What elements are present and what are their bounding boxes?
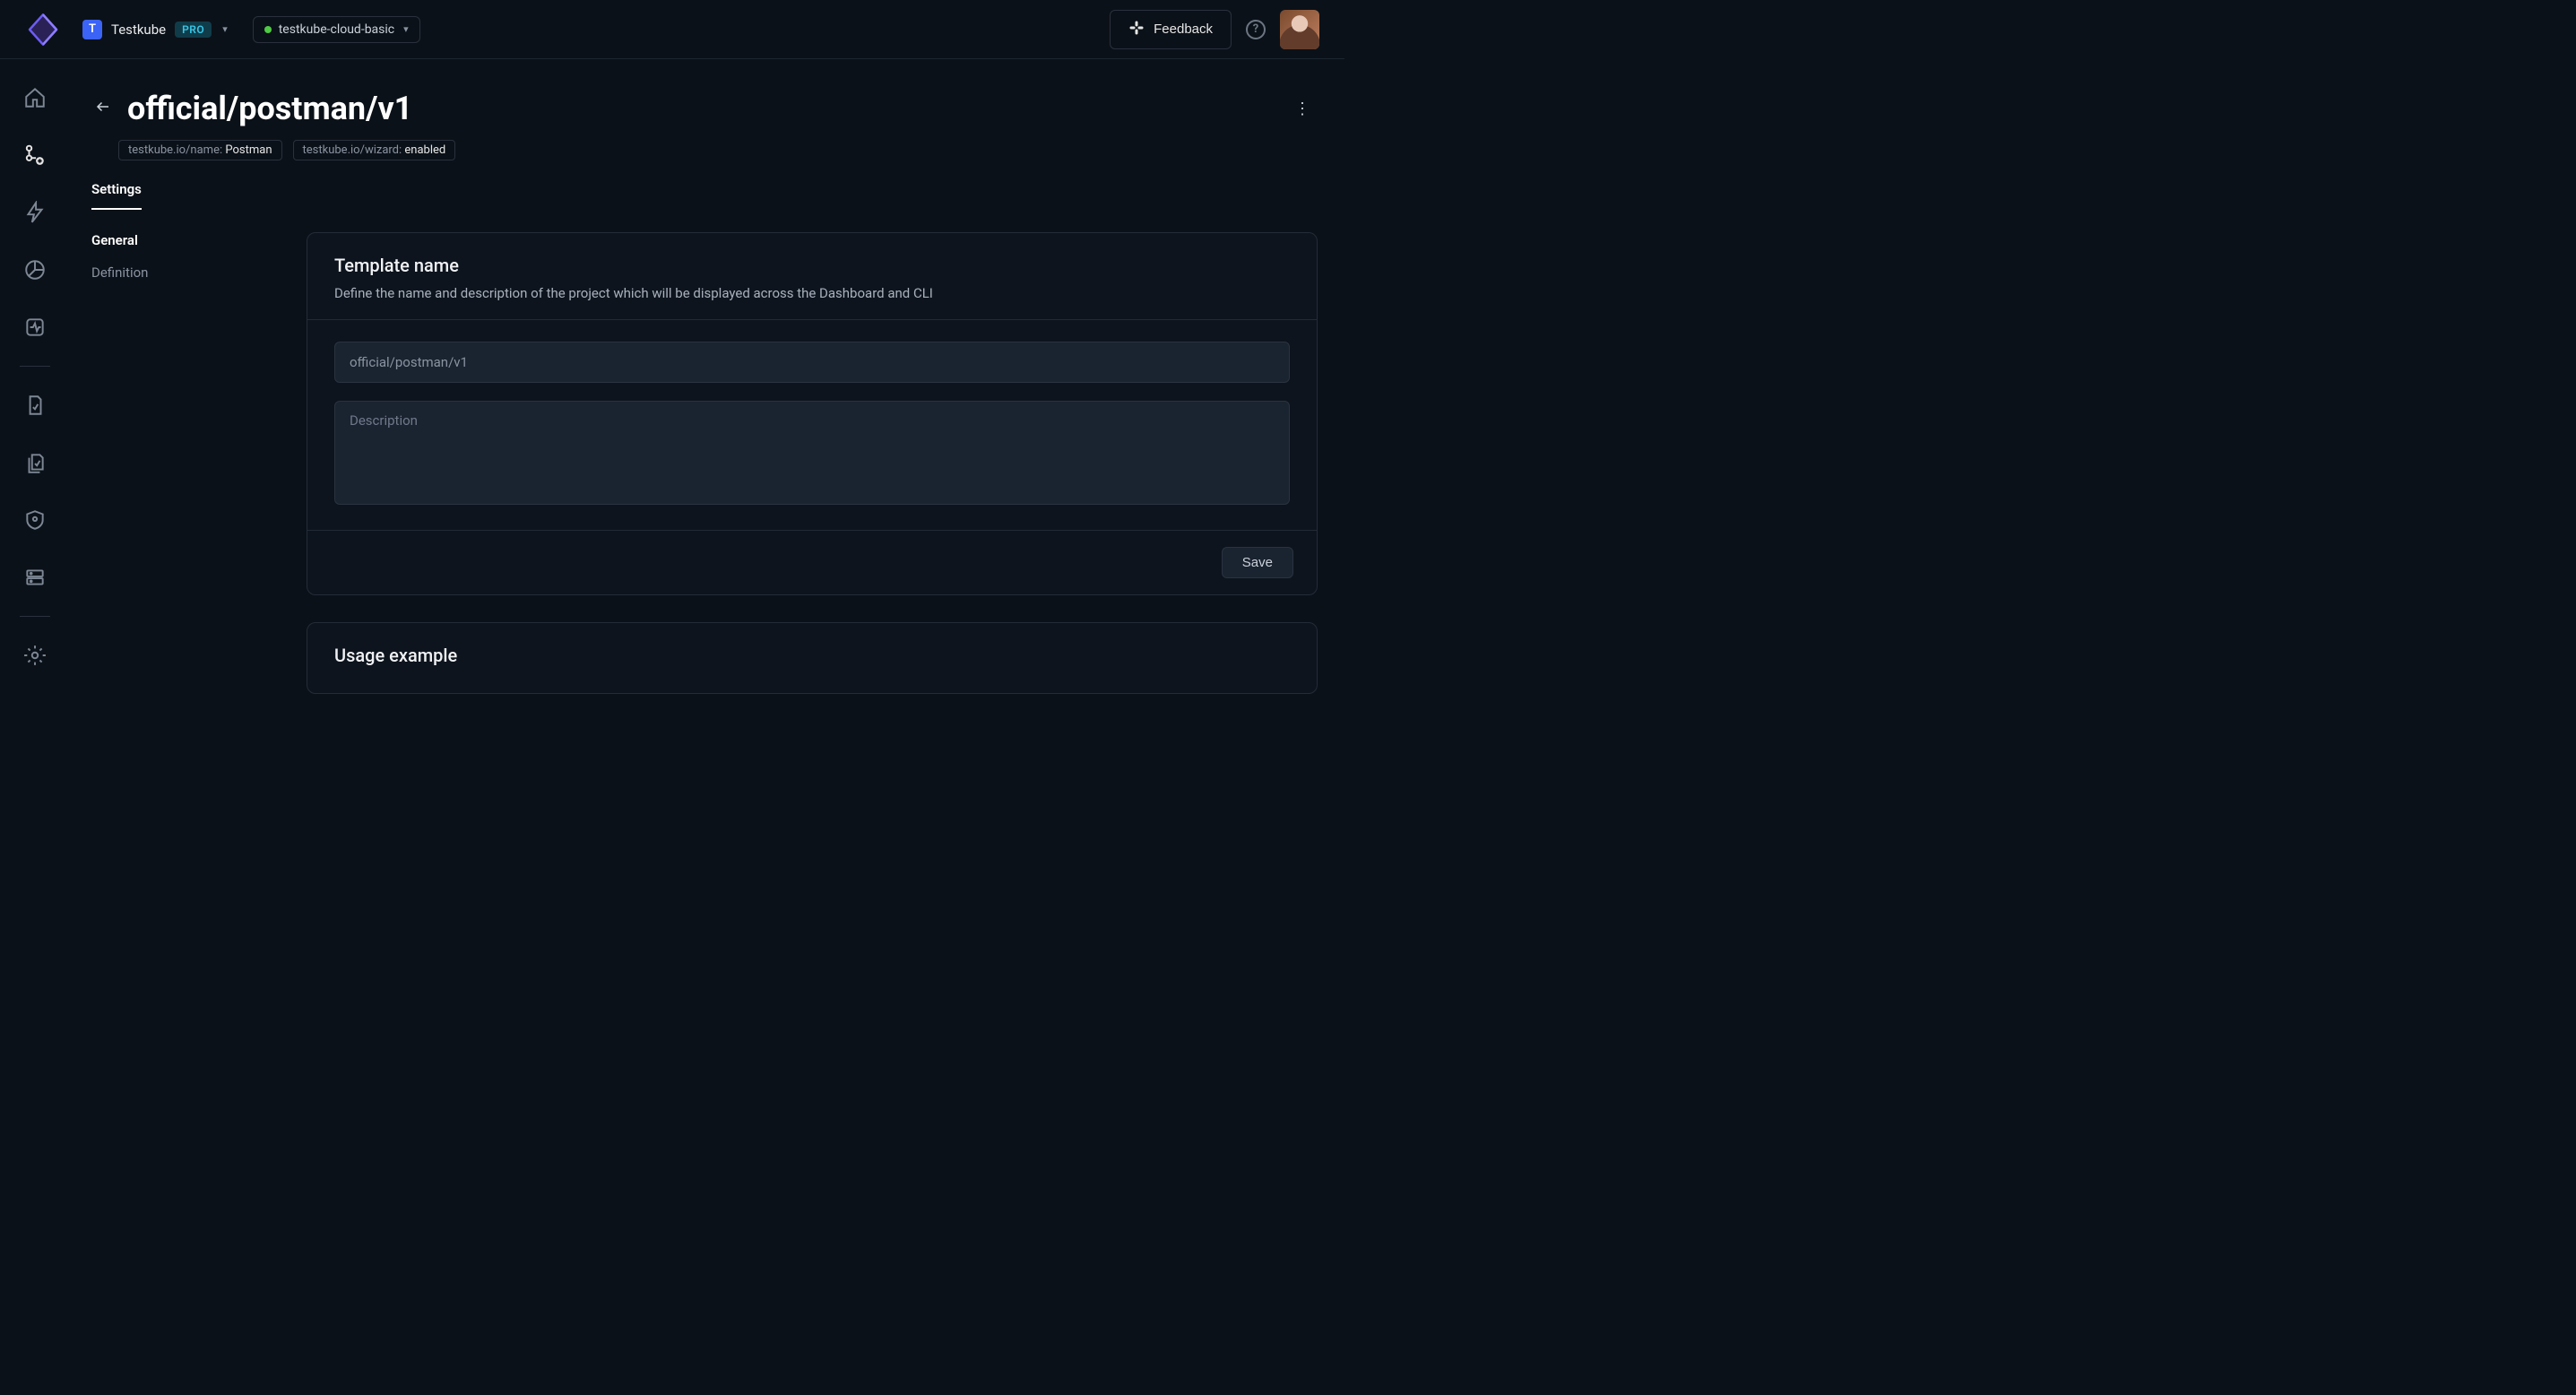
usage-example-card: Usage example xyxy=(307,622,1318,694)
user-avatar[interactable] xyxy=(1280,10,1319,49)
triggers-icon[interactable] xyxy=(23,201,47,224)
status-dot-icon xyxy=(264,26,272,33)
back-button[interactable] xyxy=(91,94,115,123)
label-chip: testkube.io/name: Postman xyxy=(118,140,282,160)
security-icon[interactable] xyxy=(23,508,47,532)
sidebar-divider xyxy=(20,366,50,367)
status-icon[interactable] xyxy=(23,316,47,339)
tests-icon[interactable] xyxy=(23,394,47,417)
servers-icon[interactable] xyxy=(23,566,47,589)
slack-icon xyxy=(1128,20,1145,39)
home-icon[interactable] xyxy=(23,86,47,109)
org-name: Testkube xyxy=(111,22,166,38)
tab-settings[interactable]: Settings xyxy=(91,181,142,210)
template-name-input[interactable] xyxy=(334,342,1290,383)
settings-nav-definition[interactable]: Definition xyxy=(91,264,271,281)
environment-name: testkube-cloud-basic xyxy=(279,22,394,37)
chevron-down-icon: ▾ xyxy=(403,23,409,35)
app-logo[interactable] xyxy=(25,12,61,48)
insights-icon[interactable] xyxy=(23,258,47,282)
chevron-down-icon: ▾ xyxy=(222,23,228,35)
card-title: Template name xyxy=(334,255,1290,276)
feedback-button[interactable]: Feedback xyxy=(1110,10,1232,49)
help-button[interactable]: ? xyxy=(1246,20,1266,39)
environment-selector[interactable]: testkube-cloud-basic ▾ xyxy=(253,16,420,43)
card-subtitle: Define the name and description of the p… xyxy=(334,285,1290,301)
feedback-label: Feedback xyxy=(1154,22,1213,37)
test-suites-icon[interactable] xyxy=(23,451,47,474)
settings-nav-general[interactable]: General xyxy=(91,232,271,248)
page-title: official/postman/v1 xyxy=(127,90,412,127)
plan-badge: PRO xyxy=(175,22,212,38)
sidebar-divider xyxy=(20,616,50,617)
more-menu-button[interactable]: ⋮ xyxy=(1289,94,1318,124)
org-avatar: T xyxy=(82,20,102,39)
template-name-card: Template name Define the name and descri… xyxy=(307,232,1318,595)
workflows-icon[interactable] xyxy=(23,143,47,167)
settings-icon[interactable] xyxy=(23,644,47,667)
org-switcher[interactable]: T Testkube PRO ▾ xyxy=(77,14,237,45)
card-title: Usage example xyxy=(334,645,1290,666)
save-button[interactable]: Save xyxy=(1222,547,1293,578)
template-description-input[interactable] xyxy=(334,401,1290,505)
label-chip: testkube.io/wizard: enabled xyxy=(293,140,456,160)
